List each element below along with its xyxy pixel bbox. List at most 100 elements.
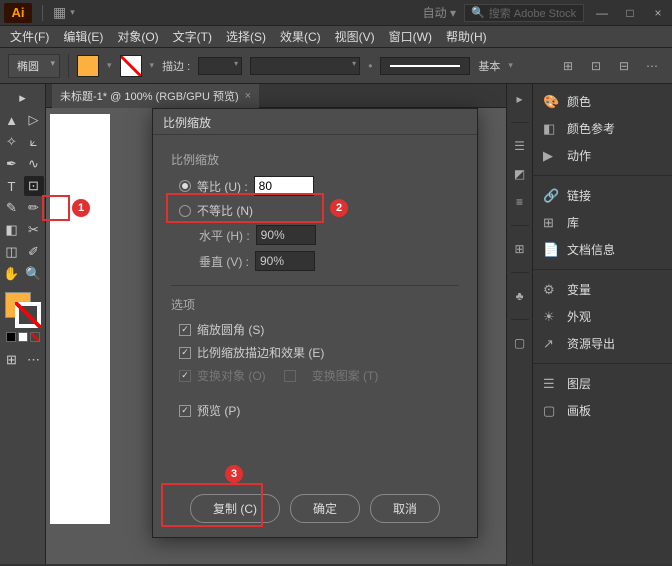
panel-asset-export[interactable]: ↗资源导出 <box>533 330 672 357</box>
tab-close-icon[interactable]: × <box>245 90 251 102</box>
strip-symbols-icon[interactable]: ♣ <box>511 287 529 305</box>
none-mode-icon[interactable] <box>30 332 40 342</box>
ok-button[interactable]: 确定 <box>290 494 360 523</box>
lasso-tool[interactable]: ⟀ <box>24 132 44 152</box>
type-tool[interactable]: T <box>2 176 22 196</box>
color-guide-icon: ◧ <box>543 121 559 137</box>
edit-toolbar-icon[interactable]: ⋯ <box>24 350 44 370</box>
gradient-tool[interactable]: ◫ <box>2 242 22 262</box>
option-more-icon[interactable]: ⋯ <box>642 56 662 76</box>
screen-mode-tool[interactable]: ⊞ <box>2 350 22 370</box>
stroke-profile[interactable] <box>250 57 360 75</box>
strip-libraries-icon[interactable]: ⊞ <box>511 240 529 258</box>
vertical-label: 垂直 (V) : <box>199 253 249 270</box>
panel-actions[interactable]: ▶动作 <box>533 142 672 169</box>
options-bar: 椭圆 ▾ ▾ 描边 : • 基本▾ ⊞ ⊡ ⊟ ⋯ <box>0 48 672 84</box>
artboard-icon: ▢ <box>543 403 559 419</box>
direct-selection-tool[interactable]: ▷ <box>24 110 44 130</box>
nonuniform-radio[interactable] <box>179 205 191 217</box>
panel-variables[interactable]: ⚙变量 <box>533 276 672 303</box>
magic-wand-tool[interactable]: ✧ <box>2 132 22 152</box>
menu-type[interactable]: 文字(T) <box>167 25 218 48</box>
panel-libraries[interactable]: ⊞库 <box>533 209 672 236</box>
align-icon[interactable]: ⊞ <box>558 56 578 76</box>
stock-search[interactable]: 🔍 搜索 Adobe Stock <box>464 4 584 22</box>
menu-object[interactable]: 对象(O) <box>111 25 164 48</box>
stroke-label: 描边 : <box>162 58 190 74</box>
close-button[interactable]: × <box>648 6 668 20</box>
strip-expand-icon[interactable]: ▸ <box>511 90 529 108</box>
panel-icon-strip: ▸ ☰ ◩ ≡ ⊞ ♣ ▢ <box>506 84 532 566</box>
transform-objects-label: 变换对象 (O) <box>197 367 266 384</box>
menu-help[interactable]: 帮助(H) <box>440 25 493 48</box>
horizontal-label: 水平 (H) : <box>199 227 250 244</box>
eraser-tool[interactable]: ◧ <box>2 220 22 240</box>
pen-tool[interactable]: ✒ <box>2 154 22 174</box>
scale-corners-checkbox[interactable]: ✓ <box>179 324 191 336</box>
stroke-swatch[interactable] <box>120 55 142 77</box>
color-mode-icon[interactable] <box>6 332 16 342</box>
menu-select[interactable]: 选择(S) <box>220 25 272 48</box>
transform-icon[interactable]: ⊡ <box>586 56 606 76</box>
scissors-tool[interactable]: ✂ <box>24 220 44 240</box>
bridge-menu-icon[interactable]: ▾ <box>70 7 75 18</box>
panel-layers[interactable]: ☰图层 <box>533 370 672 397</box>
stroke-weight[interactable] <box>198 57 242 75</box>
copy-button[interactable]: 复制 (C) <box>190 494 280 523</box>
fill-swatch[interactable] <box>77 55 99 77</box>
zoom-tool[interactable]: 🔍 <box>24 264 44 284</box>
panel-dock: 🎨颜色 ◧颜色参考 ▶动作 🔗链接 ⊞库 📄文档信息 ⚙变量 ☀外观 ↗资源导出… <box>532 84 672 564</box>
callout-1: 1 <box>72 199 90 217</box>
menu-window[interactable]: 窗口(W) <box>383 25 438 48</box>
menu-effect[interactable]: 效果(C) <box>274 25 327 48</box>
panel-color-guide[interactable]: ◧颜色参考 <box>533 115 672 142</box>
app-logo: Ai <box>4 3 32 23</box>
document-tab[interactable]: 未标题-1* @ 100% (RGB/GPU 预览) × <box>52 84 259 108</box>
hand-tool[interactable]: ✋ <box>2 264 22 284</box>
library-icon: ⊞ <box>543 215 559 231</box>
document-tab-label: 未标题-1* @ 100% (RGB/GPU 预览) <box>60 88 239 104</box>
export-icon: ↗ <box>543 336 559 352</box>
layers-icon: ☰ <box>543 376 559 392</box>
panel-doc-info[interactable]: 📄文档信息 <box>533 236 672 263</box>
cancel-button[interactable]: 取消 <box>370 494 440 523</box>
menu-edit[interactable]: 编辑(E) <box>57 25 109 48</box>
isolate-icon[interactable]: ⊟ <box>614 56 634 76</box>
selection-tool[interactable]: ▲ <box>2 110 22 130</box>
menu-view[interactable]: 视图(V) <box>329 25 381 48</box>
shape-selector[interactable]: 椭圆 <box>8 54 60 78</box>
brush-preview[interactable] <box>380 57 470 75</box>
bridge-icon[interactable]: ▦ <box>53 4 66 21</box>
uniform-input[interactable] <box>254 176 314 196</box>
panel-color[interactable]: 🎨颜色 <box>533 88 672 115</box>
panel-appearance[interactable]: ☀外观 <box>533 303 672 330</box>
paintbrush-tool[interactable]: ✎ <box>2 198 22 218</box>
strip-properties-icon[interactable]: ☰ <box>511 137 529 155</box>
menu-file[interactable]: 文件(F) <box>4 25 55 48</box>
eyedropper-tool[interactable]: ✐ <box>24 242 44 262</box>
uniform-radio[interactable] <box>179 180 191 192</box>
panel-artboards[interactable]: ▢画板 <box>533 397 672 424</box>
scale-dialog: 比例缩放 比例缩放 等比 (U) : 不等比 (N) 水平 (H) : 垂直 (… <box>152 108 478 538</box>
fill-stroke-control[interactable] <box>5 292 41 328</box>
horizontal-input[interactable] <box>256 225 316 245</box>
scale-strokes-checkbox[interactable]: ✓ <box>179 347 191 359</box>
minimize-button[interactable]: — <box>592 6 612 20</box>
free-transform-tool[interactable]: ⊡ <box>24 176 44 196</box>
tab-toggle-icon[interactable]: ▸ <box>13 88 33 108</box>
curvature-tool[interactable]: ∿ <box>24 154 44 174</box>
strip-graphic-icon[interactable]: ▢ <box>511 334 529 352</box>
artboard <box>50 114 110 524</box>
strip-brush-icon[interactable]: ≡ <box>511 193 529 211</box>
gradient-mode-icon[interactable] <box>18 332 28 342</box>
preview-checkbox[interactable]: ✓ <box>179 405 191 417</box>
transform-objects-checkbox: ✓ <box>179 370 191 382</box>
maximize-button[interactable]: □ <box>620 6 640 20</box>
transform-patterns-checkbox <box>284 370 296 382</box>
pencil-tool[interactable]: ✏ <box>24 198 44 218</box>
panel-links[interactable]: 🔗链接 <box>533 182 672 209</box>
vertical-input[interactable] <box>255 251 315 271</box>
workspace-switcher[interactable]: 自动 ▾ <box>423 4 456 21</box>
strip-swatch-icon[interactable]: ◩ <box>511 165 529 183</box>
menu-bar: 文件(F) 编辑(E) 对象(O) 文字(T) 选择(S) 效果(C) 视图(V… <box>0 26 672 48</box>
